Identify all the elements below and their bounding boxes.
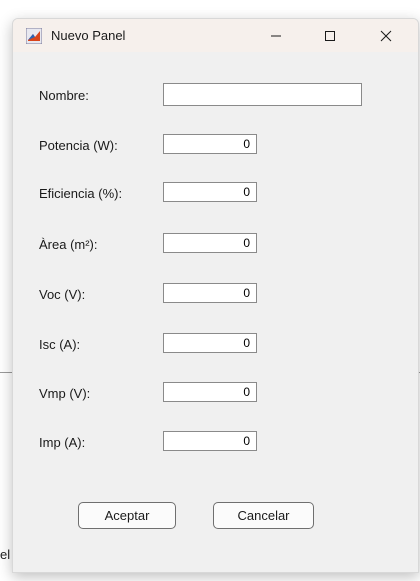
nuevo-panel-dialog: Nuevo Panel Nombre: Potencia (W): Eficie… [12, 18, 419, 573]
potencia-label: Potencia (W): [39, 138, 118, 153]
title-bar[interactable]: Nuevo Panel [13, 19, 418, 52]
eficiencia-input[interactable] [163, 182, 257, 202]
vmp-label: Vmp (V): [39, 386, 91, 401]
isc-input[interactable] [163, 333, 257, 353]
imp-label: Imp (A): [39, 435, 86, 450]
isc-label: Isc (A): [39, 337, 81, 352]
voc-input[interactable] [163, 283, 257, 303]
matlab-icon [25, 27, 43, 45]
maximize-button[interactable] [307, 19, 353, 52]
area-label: Àrea (m²): [39, 237, 98, 252]
eficiencia-label: Eficiencia (%): [39, 186, 123, 201]
background-text-fragment: el [0, 547, 11, 562]
voc-label: Voc (V): [39, 287, 86, 302]
window-title: Nuevo Panel [51, 28, 126, 43]
vmp-input[interactable] [163, 382, 257, 402]
maximize-icon [324, 30, 336, 42]
imp-input[interactable] [163, 431, 257, 451]
minimize-button[interactable] [253, 19, 299, 52]
close-icon [380, 30, 392, 42]
minimize-icon [270, 30, 282, 42]
close-button[interactable] [363, 19, 409, 52]
potencia-input[interactable] [163, 134, 257, 154]
aceptar-button[interactable]: Aceptar [78, 502, 176, 529]
nombre-label: Nombre: [39, 88, 89, 103]
nombre-input[interactable] [163, 83, 362, 106]
area-input[interactable] [163, 233, 257, 253]
cancelar-button[interactable]: Cancelar [213, 502, 314, 529]
